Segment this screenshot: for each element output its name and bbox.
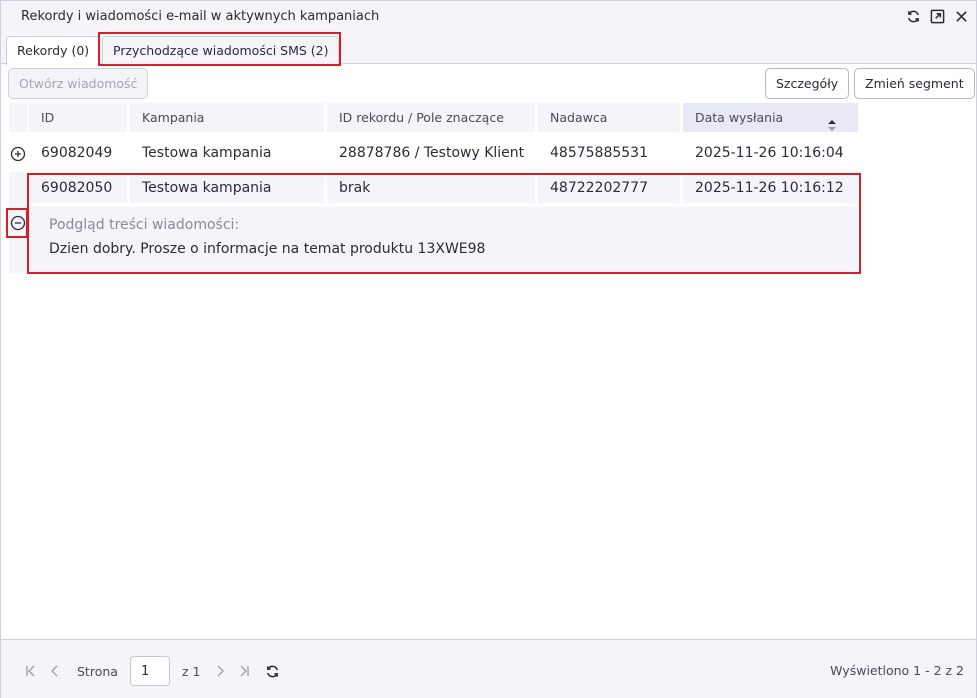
cell-record: 28878786 / Testowy Klient [339,145,525,161]
refresh-icon[interactable] [260,659,284,683]
window-title: Rekordy i wiadomości e-mail w aktywnych … [21,9,380,24]
title-bar: Rekordy i wiadomości e-mail w aktywnych … [1,1,976,33]
tab-incoming-sms[interactable]: Przychodzące wiadomości SMS (2) [102,36,340,65]
column-header-sender[interactable]: Nadawca [538,103,680,132]
pager: Strona z 1 [19,656,284,686]
cell-campaign: Testowa kampania [142,145,272,161]
cell-sender: 48722202777 [538,174,680,203]
prev-page-icon[interactable] [43,659,67,683]
page-label: Strona [77,663,118,679]
message-preview-text: Dzien dobry. Prosze o informacje na tema… [49,241,486,257]
cell-sender: 48575885531 [550,145,648,161]
open-message-button[interactable]: Otwórz wiadomość [8,68,149,99]
page-count-label: z 1 [181,663,201,679]
collapse-minus-icon[interactable] [10,215,26,231]
cell-id: 69082050 [29,174,127,203]
column-header-campaign[interactable]: Kampania [130,103,324,132]
column-header-date-label: Data wysłania [695,110,784,125]
message-preview-panel: Podgląd treści wiadomości: Dzien dobry. … [29,207,858,273]
window-controls [904,7,970,25]
expand-plus-icon[interactable] [10,146,26,162]
sort-icon [828,112,836,141]
details-button[interactable]: Szczegóły [765,68,850,99]
popout-icon[interactable] [928,7,946,25]
tab-records[interactable]: Rekordy (0) [6,36,101,65]
records-displayed-label: Wyświetlono 1 - 2 z 2 [830,663,964,678]
close-icon[interactable] [952,7,970,25]
cell-date: 2025-11-26 10:16:04 [695,145,844,161]
last-page-icon[interactable] [232,659,256,683]
message-preview-label: Podgląd treści wiadomości: [49,217,240,233]
change-segment-button[interactable]: Zmień segment [854,68,975,99]
page-number-input[interactable] [129,656,170,686]
cell-id: 69082049 [41,145,113,161]
header-expander-cell [9,103,27,132]
cell-date: 2025-11-26 10:16:12 [683,174,858,203]
next-page-icon[interactable] [208,659,232,683]
cell-campaign: Testowa kampania [130,174,324,203]
cell-record: brak [327,174,535,203]
tab-bar: Rekordy (0) Przychodzące wiadomości SMS … [1,33,976,65]
column-header-id[interactable]: ID [29,103,127,132]
column-header-date[interactable]: Data wysłania [683,103,858,132]
refresh-icon[interactable] [904,7,922,25]
first-page-icon[interactable] [19,659,43,683]
column-header-record[interactable]: ID rekordu / Pole znaczące [327,103,535,132]
dialog-window: Rekordy i wiadomości e-mail w aktywnych … [0,0,977,698]
pagination-bar: Strona z 1 Wyświetlono 1 - 2 z 2 [1,639,976,698]
